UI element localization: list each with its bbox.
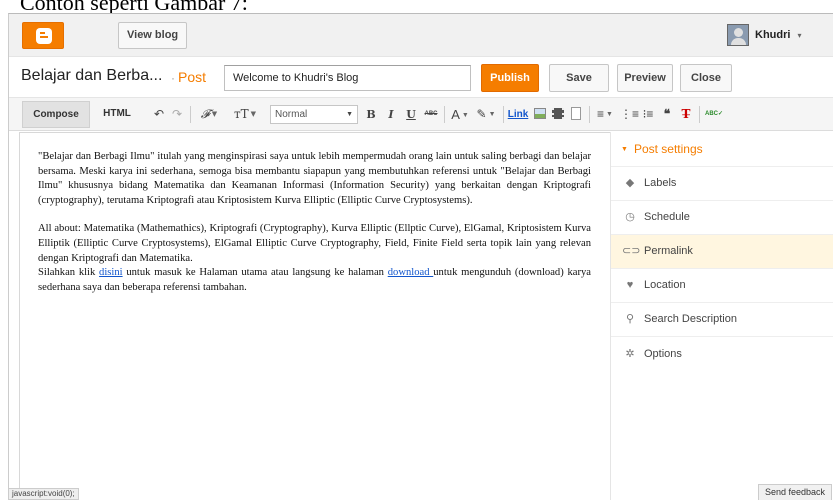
search-icon: ⚲ bbox=[625, 313, 635, 325]
close-button[interactable]: Close bbox=[680, 64, 732, 92]
breadcrumb-separator: · bbox=[171, 71, 175, 85]
font-family-button[interactable]: 𝓕 ▼ bbox=[195, 106, 223, 123]
chevron-down-icon: ▼ bbox=[211, 110, 218, 118]
send-feedback-button[interactable]: Send feedback bbox=[758, 484, 833, 500]
post-paragraph: All about: Matematika (Mathemathics), Kr… bbox=[38, 223, 591, 264]
publish-button[interactable]: Publish bbox=[481, 64, 539, 92]
post-settings-title: Post settings bbox=[633, 142, 703, 156]
avatar bbox=[727, 24, 749, 46]
sidebar-item-options[interactable]: ✲ Options bbox=[611, 337, 833, 371]
toolbar-divider bbox=[444, 106, 445, 123]
italic-button[interactable]: I bbox=[384, 106, 398, 123]
toolbar-divider bbox=[190, 106, 191, 123]
video-icon[interactable] bbox=[552, 108, 564, 119]
tag-icon: ◆ bbox=[625, 177, 635, 189]
post-editor[interactable]: "Belajar dan Berbagi Ilmu" itulah yang m… bbox=[19, 132, 611, 500]
save-button[interactable]: Save bbox=[549, 64, 609, 92]
blogger-window: View blog Khudri ▾ Belajar dan Berba... … bbox=[8, 13, 833, 500]
post-settings-sidebar: ▼ Post settings ◆ Labels ◷ Schedule ⊂⊃ Perma… bbox=[610, 132, 833, 500]
text-color-button[interactable]: A ▼ bbox=[449, 106, 471, 123]
image-icon[interactable] bbox=[534, 108, 546, 119]
text-color-icon: A bbox=[451, 107, 460, 122]
sidebar-item-location[interactable]: ♥ Location bbox=[611, 269, 833, 303]
post-paragraph: "Belajar dan Berbagi Ilmu" itulah yang m… bbox=[38, 151, 591, 206]
user-name: Khudri bbox=[755, 29, 791, 41]
bold-button[interactable]: B bbox=[364, 106, 378, 123]
post-settings-header[interactable]: ▼ Post settings bbox=[611, 132, 833, 167]
sidebar-item-labels[interactable]: ◆ Labels bbox=[611, 167, 833, 201]
chevron-down-icon: ▼ bbox=[606, 111, 613, 119]
sidebar-item-schedule[interactable]: ◷ Schedule bbox=[611, 201, 833, 235]
sidebar-item-label: Schedule bbox=[644, 211, 690, 223]
post-breadcrumb: · Post bbox=[171, 69, 206, 85]
gear-icon: ✲ bbox=[625, 347, 635, 360]
chevron-down-icon: ▼ bbox=[346, 111, 353, 118]
font-family-icon: 𝓕 bbox=[200, 107, 210, 121]
chevron-down-icon: ▾ bbox=[797, 30, 802, 40]
pin-icon: ♥ bbox=[626, 279, 634, 291]
toolbar-divider bbox=[699, 106, 700, 123]
top-bar: View blog Khudri ▾ bbox=[9, 14, 833, 57]
link-icon: ⊂⊃ bbox=[622, 245, 641, 257]
paragraph-text: untuk masuk ke Halaman utama atau langsu… bbox=[122, 267, 388, 279]
disini-link[interactable]: disini bbox=[99, 267, 123, 278]
editor-toolbar: Compose HTML ↶ ↷ 𝓕 ▼ тT ▼ Normal ▼ B I U AB… bbox=[9, 98, 833, 131]
post-body[interactable]: "Belajar dan Berbagi Ilmu" itulah yang m… bbox=[38, 150, 591, 309]
highlight-button[interactable]: ✎ ▼ bbox=[475, 106, 497, 123]
chevron-down-icon: ▼ bbox=[488, 111, 496, 119]
sidebar-item-label: Labels bbox=[644, 177, 677, 189]
tab-html[interactable]: HTML bbox=[98, 101, 136, 128]
chevron-down-icon: ▼ bbox=[250, 110, 257, 118]
format-select[interactable]: Normal ▼ bbox=[270, 105, 358, 124]
blogger-home-button[interactable] bbox=[22, 22, 64, 49]
tab-compose[interactable]: Compose bbox=[22, 101, 90, 128]
sidebar-item-label: Location bbox=[644, 279, 686, 291]
clock-icon: ◷ bbox=[625, 211, 635, 223]
blogger-logo-icon bbox=[36, 28, 52, 44]
jump-break-icon[interactable] bbox=[571, 107, 581, 120]
chevron-down-icon: ▼ bbox=[461, 112, 469, 120]
align-button[interactable]: ≡ ▼ bbox=[594, 106, 616, 123]
post-paragraph: Silahkan klik disini untuk masuk ke Hala… bbox=[38, 266, 591, 295]
blog-name[interactable]: Belajar dan Berba... bbox=[21, 67, 162, 85]
sidebar-item-label: Permalink bbox=[644, 245, 693, 257]
preview-button[interactable]: Preview bbox=[617, 64, 673, 92]
strikethrough-button[interactable]: ABC bbox=[422, 106, 440, 123]
font-size-icon: тT bbox=[233, 107, 249, 121]
undo-icon[interactable]: ↶ bbox=[152, 106, 166, 123]
underline-button[interactable]: U bbox=[404, 106, 418, 123]
link-button[interactable]: Link bbox=[507, 106, 529, 123]
toolbar-divider bbox=[589, 106, 590, 123]
bullet-list-icon[interactable]: ⁝≡ bbox=[640, 106, 656, 123]
sidebar-item-label: Options bbox=[644, 347, 682, 360]
sidebar-item-label: Search Description bbox=[644, 313, 737, 325]
font-size-button[interactable]: тT ▼ bbox=[228, 106, 262, 123]
toolbar-divider bbox=[503, 106, 504, 123]
post-label: Post bbox=[178, 69, 207, 85]
post-title-input[interactable]: Welcome to Khudri's Blog bbox=[224, 65, 471, 91]
view-blog-button[interactable]: View blog bbox=[118, 22, 188, 49]
post-title-bar: Belajar dan Berba... · Post Welcome to Kh… bbox=[9, 58, 833, 98]
download-link[interactable]: download bbox=[388, 267, 434, 278]
paragraph-text: Silahkan klik bbox=[38, 267, 100, 279]
sidebar-item-search-description[interactable]: ⚲ Search Description bbox=[611, 303, 833, 337]
sidebar-item-permalink[interactable]: ⊂⊃ Permalink bbox=[611, 235, 833, 269]
highlight-icon: ✎ bbox=[476, 107, 487, 121]
spellcheck-icon[interactable]: ABC✓ bbox=[703, 106, 725, 123]
status-bar-url: javascript:void(0); bbox=[8, 488, 79, 500]
user-menu[interactable]: Khudri ▾ bbox=[727, 23, 801, 47]
align-icon: ≡ bbox=[597, 107, 605, 121]
numbered-list-icon[interactable]: ⋮≡ bbox=[620, 106, 639, 123]
format-select-value: Normal bbox=[275, 109, 308, 120]
clear-format-icon[interactable]: T̶ bbox=[678, 106, 694, 123]
chevron-down-icon: ▼ bbox=[621, 145, 628, 153]
quote-icon[interactable]: ❝ bbox=[660, 106, 674, 123]
redo-icon[interactable]: ↷ bbox=[170, 106, 184, 123]
